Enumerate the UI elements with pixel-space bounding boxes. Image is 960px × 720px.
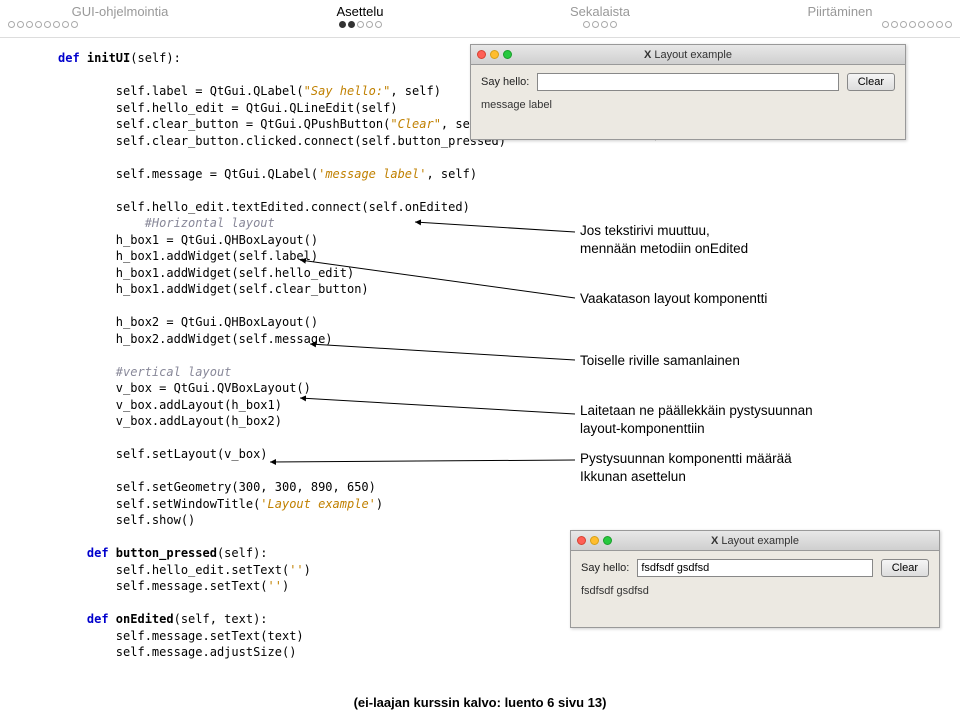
progress-dots bbox=[720, 21, 960, 28]
clear-button[interactable]: Clear bbox=[847, 73, 895, 91]
tab-sekalaista[interactable]: Sekalaista bbox=[480, 0, 720, 37]
message-label: fsdfsdf gsdfsd bbox=[581, 585, 929, 597]
tab-label: Asettelu bbox=[337, 4, 384, 19]
clear-button[interactable]: Clear bbox=[881, 559, 929, 577]
say-hello-label: Say hello: bbox=[481, 76, 529, 88]
message-label: message label bbox=[481, 99, 895, 111]
tab-piirtaminen[interactable]: Piirtäminen bbox=[720, 0, 960, 37]
annotation-vstack: Laitetaan ne päällekkäin pystysuunnan la… bbox=[580, 402, 813, 438]
tab-label: Piirtäminen bbox=[807, 4, 872, 19]
slide-footer: (ei-laajan kurssin kalvo: luento 6 sivu … bbox=[0, 695, 960, 710]
window-title: XLayout example bbox=[571, 535, 939, 547]
window-title: XLayout example bbox=[471, 49, 905, 61]
mock-window-1: XLayout example Say hello: Clear message… bbox=[470, 44, 906, 140]
annotation-hlayout: Vaakatason layout komponentti bbox=[580, 290, 767, 308]
progress-dots bbox=[240, 21, 480, 28]
hello-input[interactable] bbox=[637, 559, 872, 577]
progress-dots bbox=[480, 21, 720, 28]
annotation-setlayout: Pystysuunnan komponentti määrää Ikkunan … bbox=[580, 450, 792, 486]
window-titlebar: XLayout example bbox=[471, 45, 905, 65]
tab-header: GUI-ohjelmointia Asettelu Sekalaista Pii… bbox=[0, 0, 960, 38]
window-titlebar: XLayout example bbox=[571, 531, 939, 551]
mock-window-2: XLayout example Say hello: Clear fsdfsdf… bbox=[570, 530, 940, 628]
tab-gui[interactable]: GUI-ohjelmointia bbox=[0, 0, 240, 37]
hello-input[interactable] bbox=[537, 73, 838, 91]
annotation-second-row: Toiselle riville samanlainen bbox=[580, 352, 740, 370]
annotation-onedited: Jos tekstirivi muuttuu, mennään metodiin… bbox=[580, 222, 748, 258]
tab-asettelu[interactable]: Asettelu bbox=[240, 0, 480, 37]
progress-dots bbox=[0, 21, 240, 28]
tab-label: GUI-ohjelmointia bbox=[72, 4, 169, 19]
say-hello-label: Say hello: bbox=[581, 562, 629, 574]
tab-label: Sekalaista bbox=[570, 4, 630, 19]
